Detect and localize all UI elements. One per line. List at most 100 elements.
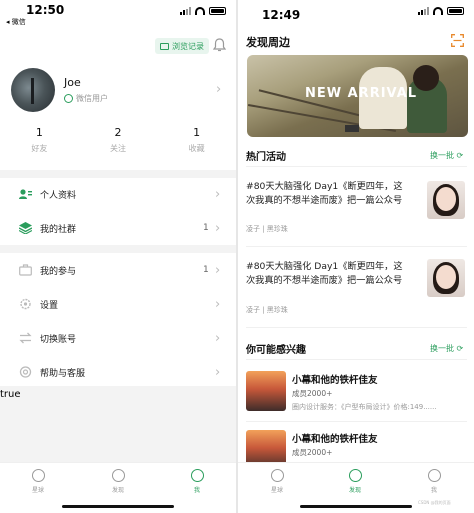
group-member-count: 成员2000+ [292, 389, 333, 398]
menu-item-label: 帮助与客服 [40, 368, 86, 379]
discover-screen: 12:49 发现周边 NEW ARRIVAL 热门活动 换一批 ⟳ #80天大脑… [238, 0, 474, 513]
scan-icon[interactable] [451, 34, 464, 47]
stat-favorites-label: 收藏 [188, 144, 205, 153]
tab-me[interactable]: 我 [177, 469, 217, 494]
post-thumbnail [427, 259, 465, 297]
menu-item-label: 切换账号 [40, 334, 77, 345]
battery-icon [209, 7, 226, 15]
status-bar: 12:49 [238, 0, 474, 30]
menu-item-count: 1 [203, 265, 209, 275]
divider [246, 421, 467, 422]
interest-title: 你可能感兴趣 [246, 345, 306, 356]
me-icon [190, 469, 204, 482]
tab-bar: 星球 发现 我 [0, 462, 236, 513]
home-indicator [300, 505, 412, 508]
profile-screen: 12:50 ◂ 微信 浏览记录 Joe 微信用户 › 1 好友 2 关注 1 收… [0, 0, 236, 513]
me-icon [427, 469, 441, 482]
browse-history-label: 浏览记录 [172, 41, 204, 51]
divider [246, 327, 467, 328]
tab-discover[interactable]: 发现 [98, 469, 138, 494]
chevron-right-icon: › [215, 330, 221, 346]
post-text: #80天大脑强化 Day1《断更四年，这 次我真的不想半途而废》把一篇公众号 [246, 180, 416, 208]
browse-history-button[interactable]: 浏览记录 [155, 38, 209, 54]
bell-icon[interactable] [213, 38, 226, 52]
group-member-count: 成员2000+ [292, 448, 333, 457]
battery-icon [447, 7, 464, 15]
tab-planet[interactable]: 星球 [257, 469, 297, 494]
group-description: 圈内设计服务：《户型布局设计》价格:149...... [292, 403, 437, 411]
menu-item-count: 1 [203, 223, 209, 233]
tab-label: 星球 [270, 487, 283, 494]
user-subtitle: 微信用户 [64, 93, 108, 104]
hot-refresh-button[interactable]: 换一批 ⟳ [430, 150, 463, 161]
compass-icon [348, 469, 362, 482]
stat-friends-count: 1 [35, 126, 43, 139]
avatar[interactable] [11, 68, 55, 112]
tab-label: 星球 [31, 487, 44, 494]
hot-activities-title: 热门活动 [246, 152, 286, 163]
refresh-label: 换一批 [430, 344, 454, 353]
gear-icon [20, 298, 31, 310]
compass-icon [111, 469, 125, 482]
chevron-right-icon: › [215, 186, 221, 202]
stat-friends-label: 好友 [31, 144, 48, 153]
divider [246, 359, 467, 360]
debug-text: true [0, 389, 21, 400]
layers-icon [19, 222, 32, 234]
stat-following-count: 2 [114, 126, 122, 139]
page-title: 发现周边 [246, 36, 290, 49]
stat-following[interactable]: 2 关注 [79, 126, 158, 154]
user-card-icon [19, 189, 32, 199]
chevron-right-icon: › [215, 296, 221, 312]
wifi-icon [433, 7, 443, 15]
tab-planet[interactable]: 星球 [18, 469, 58, 494]
post-text-line: 次我真的不想半途而废》把一篇公众号 [246, 275, 403, 286]
tab-discover[interactable]: 发现 [335, 469, 375, 494]
promo-banner[interactable]: NEW ARRIVAL [247, 55, 468, 137]
post-meta: 凌子 | 黑珍珠 [246, 225, 288, 233]
briefcase-icon [19, 264, 32, 276]
menu-item-switch-account[interactable]: 切换账号 › [0, 321, 236, 355]
menu-item-help[interactable]: 帮助与客服 › [0, 355, 236, 389]
menu-item-participation[interactable]: 我的参与 1 › [0, 253, 236, 287]
stat-friends[interactable]: 1 好友 [0, 126, 79, 154]
planet-icon [270, 469, 284, 482]
status-time: 12:49 [262, 8, 301, 22]
interest-refresh-button[interactable]: 换一批 ⟳ [430, 343, 463, 354]
tab-me[interactable]: 我 [414, 469, 454, 494]
status-time: 12:50 [26, 3, 65, 17]
banner-headline: NEW ARRIVAL [305, 86, 418, 101]
chevron-right-icon: › [215, 364, 221, 380]
post-meta: 凌子 | 黑珍珠 [246, 306, 288, 314]
menu-item-settings[interactable]: 设置 › [0, 287, 236, 321]
watermark: CSDN @我的页面 [418, 500, 451, 505]
group-name: 小幕和他的铁杆佳友 [292, 375, 378, 386]
stat-favorites-count: 1 [193, 126, 201, 139]
profile-chevron-icon[interactable]: › [216, 82, 221, 97]
stats-row: 1 好友 2 关注 1 收藏 [0, 126, 236, 154]
menu-item-label: 我的参与 [40, 266, 77, 277]
divider [246, 246, 467, 247]
signal-icon [418, 7, 429, 15]
group-name: 小幕和他的铁杆佳友 [292, 434, 378, 445]
post-text-line: #80天大脑强化 Day1《断更四年，这 [246, 261, 403, 272]
section-divider [0, 245, 236, 253]
menu-item-label: 设置 [40, 300, 59, 311]
tab-label: 发现 [348, 487, 361, 494]
status-bar: 12:50 ◂ 微信 [0, 0, 236, 30]
chevron-right-icon: › [215, 220, 221, 236]
menu-item-profile[interactable]: 个人资料 › [0, 177, 236, 211]
planet-icon [31, 469, 45, 482]
group-thumbnail [246, 371, 286, 411]
system-icons [180, 7, 226, 15]
stat-favorites[interactable]: 1 收藏 [157, 126, 236, 154]
history-icon [160, 42, 169, 50]
chevron-right-icon: › [215, 262, 221, 278]
switch-icon [19, 332, 32, 344]
user-name: Joe [64, 76, 81, 89]
help-icon [19, 366, 32, 378]
menu-item-my-communities[interactable]: 我的社群 1 › [0, 211, 236, 245]
stat-following-label: 关注 [110, 144, 126, 153]
system-icons [418, 7, 464, 15]
back-to-wechat-link[interactable]: ◂ 微信 [6, 17, 26, 27]
